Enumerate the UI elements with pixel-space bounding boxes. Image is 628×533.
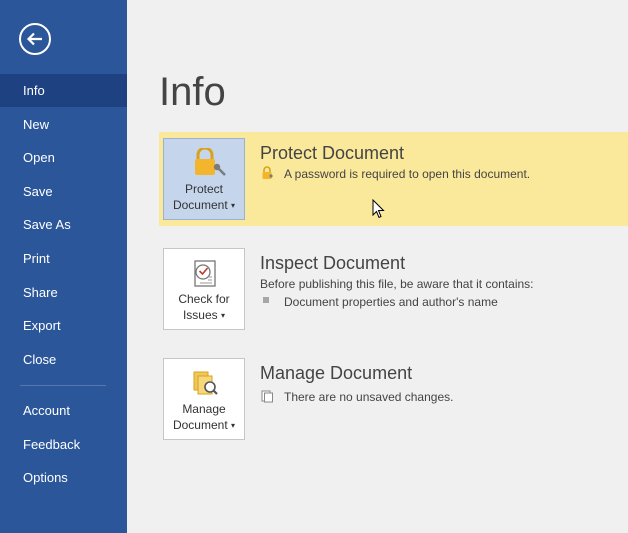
nav-new[interactable]: New bbox=[0, 108, 127, 141]
chevron-down-icon: ▾ bbox=[231, 200, 236, 210]
check-for-issues-button[interactable]: Check for Issues ▾ bbox=[163, 248, 245, 330]
manage-document-status: There are no unsaved changes. bbox=[260, 389, 453, 407]
nav-close[interactable]: Close bbox=[0, 343, 127, 376]
nav-save[interactable]: Save bbox=[0, 175, 127, 208]
document-versions-icon bbox=[260, 389, 274, 407]
nav-open[interactable]: Open bbox=[0, 141, 127, 174]
backstage-sidebar: Info New Open Save Save As Print Share E… bbox=[0, 0, 127, 533]
inspect-document-icon bbox=[164, 258, 244, 288]
manage-document-title: Manage Document bbox=[260, 363, 413, 383]
check-for-issues-label: Check for Issues ▾ bbox=[178, 292, 230, 322]
manage-document-label: Manage Document ▾ bbox=[172, 402, 236, 432]
info-panel: Info Protect Document ▾ Protect Document bbox=[127, 0, 628, 533]
nav-share[interactable]: Share bbox=[0, 276, 127, 309]
inspect-document-section: Check for Issues ▾ Inspect Document Befo… bbox=[159, 242, 628, 336]
nav-print[interactable]: Print bbox=[0, 242, 127, 275]
nav-options[interactable]: Options bbox=[0, 461, 127, 494]
lock-key-icon bbox=[164, 146, 244, 178]
protect-document-status: A password is required to open this docu… bbox=[260, 166, 530, 184]
back-button[interactable] bbox=[19, 23, 51, 55]
back-arrow-icon bbox=[26, 32, 42, 46]
protect-document-section: Protect Document ▾ Protect Document A pa… bbox=[159, 132, 628, 226]
nav-account[interactable]: Account bbox=[0, 394, 127, 427]
small-lock-icon bbox=[260, 166, 274, 184]
nav-save-as[interactable]: Save As bbox=[0, 208, 127, 241]
chevron-down-icon: ▾ bbox=[231, 420, 236, 430]
nav-info[interactable]: Info bbox=[0, 74, 127, 107]
protect-document-title: Protect Document bbox=[260, 143, 405, 163]
manage-document-button[interactable]: Manage Document ▾ bbox=[163, 358, 245, 440]
nav-feedback[interactable]: Feedback bbox=[0, 428, 127, 461]
mouse-cursor-icon bbox=[372, 199, 385, 219]
inspect-document-title: Inspect Document bbox=[260, 253, 406, 273]
bullet-icon bbox=[260, 294, 274, 312]
protect-document-label: Protect Document ▾ bbox=[172, 182, 236, 212]
page-title: Info bbox=[159, 70, 226, 114]
manage-document-section: Manage Document ▾ Manage Document There … bbox=[159, 352, 628, 446]
chevron-down-icon: ▾ bbox=[221, 310, 226, 320]
manage-document-icon bbox=[164, 368, 244, 398]
nav-export[interactable]: Export bbox=[0, 309, 127, 342]
protect-document-button[interactable]: Protect Document ▾ bbox=[163, 138, 245, 220]
nav-separator bbox=[20, 385, 106, 386]
inspect-document-item: Document properties and author's name bbox=[260, 294, 498, 312]
inspect-document-description: Before publishing this file, be aware th… bbox=[260, 277, 534, 291]
